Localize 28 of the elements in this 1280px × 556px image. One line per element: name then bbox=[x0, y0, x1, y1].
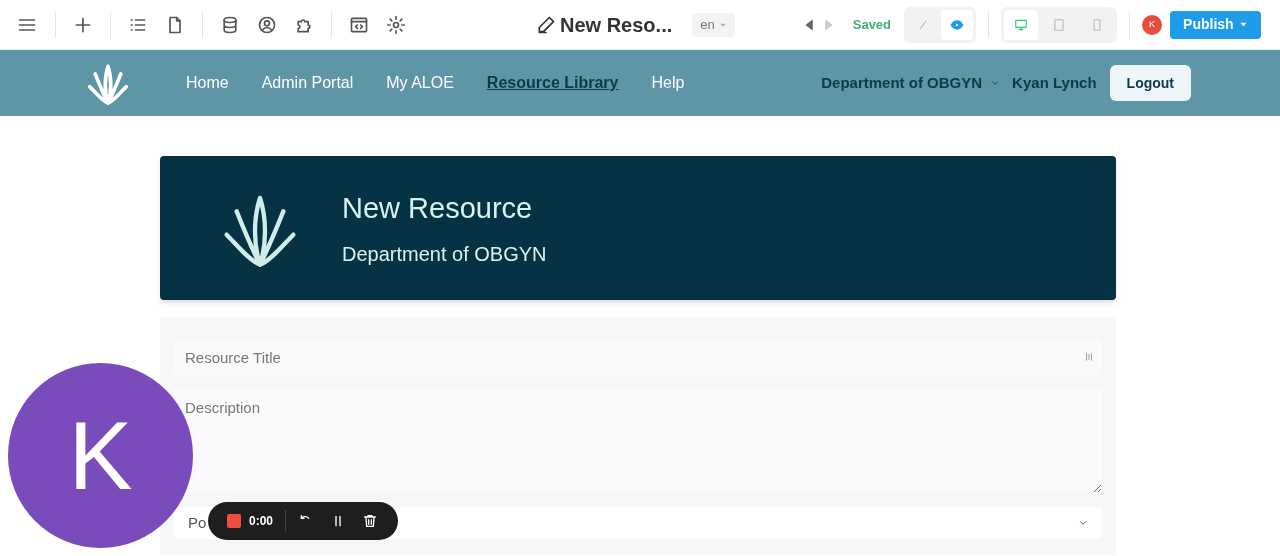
caret-icon bbox=[1238, 20, 1248, 29]
settings-icon[interactable] bbox=[386, 14, 406, 35]
user-circle-icon[interactable] bbox=[257, 14, 277, 35]
eye-icon bbox=[950, 17, 965, 32]
logout-button[interactable]: Logout bbox=[1109, 65, 1191, 101]
trash-icon[interactable] bbox=[362, 513, 379, 529]
publish-button[interactable]: Publish bbox=[1170, 10, 1261, 39]
user-name: Kyan Lynch bbox=[1012, 72, 1097, 93]
banner-title: New Resource bbox=[342, 191, 534, 227]
chevron-down-icon bbox=[990, 78, 1001, 88]
preview-mode-button[interactable] bbox=[941, 9, 974, 40]
tablet-icon bbox=[1052, 17, 1067, 32]
user-avatar[interactable]: K bbox=[1142, 14, 1163, 35]
grip-icon bbox=[1084, 351, 1094, 363]
recording-time: 0:00 bbox=[249, 513, 274, 530]
chevron-down-icon bbox=[1078, 518, 1088, 528]
nav-link[interactable]: My ALOE bbox=[386, 71, 454, 95]
department-dropdown[interactable]: Department of OBGYN bbox=[821, 71, 1001, 95]
nav-link[interactable]: Help bbox=[651, 71, 685, 95]
language-select[interactable]: en bbox=[692, 12, 735, 37]
save-status: Saved bbox=[852, 15, 892, 34]
nav-link[interactable]: Admin Portal bbox=[261, 71, 354, 95]
nav-link[interactable]: Home bbox=[186, 71, 229, 95]
desktop-icon bbox=[1014, 17, 1029, 32]
nav-link[interactable]: Resource Library bbox=[486, 71, 619, 95]
banner-subtitle: Department of OBGYN bbox=[342, 241, 547, 267]
database-icon[interactable] bbox=[220, 14, 240, 35]
page-title: New Reso... bbox=[560, 12, 673, 38]
